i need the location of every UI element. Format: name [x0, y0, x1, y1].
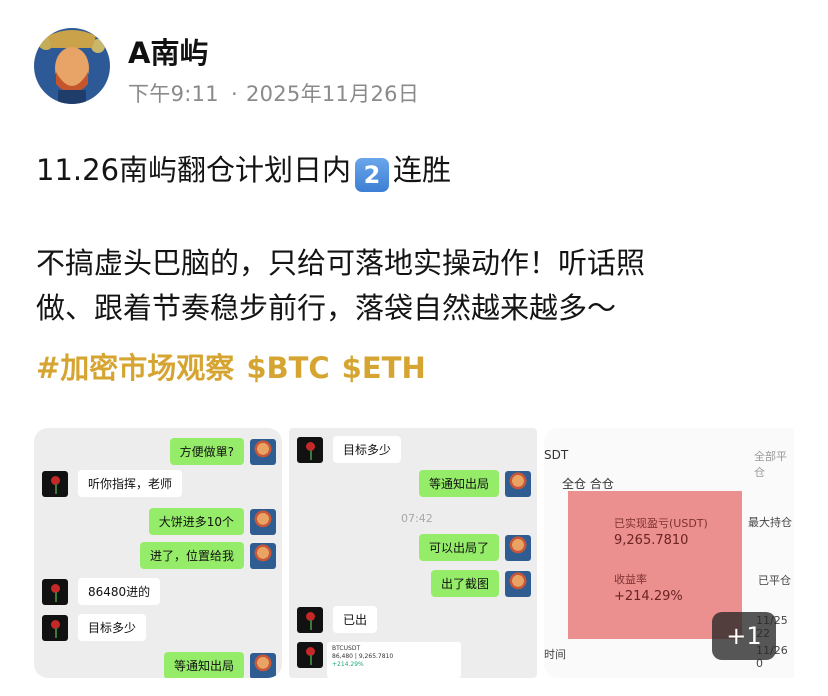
image-thumbnail-1[interactable]: 方便做單? 听你指挥，老师 大饼进多10个 进了，位置给我 86480进的 目标… — [34, 428, 282, 678]
avatar — [297, 642, 323, 668]
chat-timestamp: 07:42 — [401, 512, 433, 525]
chat-bubble: 大饼进多10个 — [148, 508, 244, 535]
post-time: 下午9:11 — [128, 82, 219, 106]
avatar — [250, 508, 276, 535]
avatar — [42, 470, 68, 497]
chat-message: 已出 — [297, 606, 378, 633]
chat-bubble: 等通知出局 — [418, 470, 499, 497]
chat-message: 出了截图 — [430, 570, 531, 597]
avatar — [250, 438, 276, 465]
realized-pnl-label: 已实现盈亏(USDT) — [614, 517, 708, 530]
time-label: 时间 — [544, 648, 566, 661]
chat-bubble: 目标多少 — [78, 614, 147, 641]
chat-message: 目标多少 — [297, 436, 402, 463]
chat-bubble: 目标多少 — [333, 436, 402, 463]
chat-bubble: 出了截图 — [430, 570, 499, 597]
max-position-label: 最大持仓 — [748, 516, 792, 529]
roi-label: 收益率 — [614, 573, 647, 586]
post-body: 不搞虚头巴脑的，只给可落地实操动作！听话照 做、跟着节奏稳步前行，落袋自然越来越… — [36, 241, 816, 331]
tab-merge: 合仓 — [589, 477, 614, 491]
realized-pnl-value: 9,265.7810 — [614, 533, 689, 548]
author-name[interactable]: A南屿 — [128, 30, 208, 72]
chat-message: 等通知出局 — [163, 652, 276, 678]
chat-bubble: 进了，位置给我 — [139, 542, 244, 569]
chat-message: 等通知出局 — [418, 470, 531, 497]
symbol-label: SDT — [544, 448, 569, 462]
post-meta: 下午9:11 · 2025年11月26日 — [128, 78, 419, 108]
chat-bubble: 可以出局了 — [418, 534, 499, 561]
chat-message: 听你指挥，老师 — [42, 470, 183, 497]
hashtag-row: #加密市场观察 $BTC $ETH — [36, 345, 438, 387]
mini-row: +214.29% — [332, 661, 364, 668]
avatar — [505, 570, 531, 597]
separator-dot: · — [230, 82, 238, 106]
mini-row: 86,480 | 9,265.7810 — [332, 653, 394, 660]
body-line-2: 做、跟着节奏稳步前行，落袋自然越来越多～ — [36, 291, 617, 325]
chat-message: 可以出局了 — [418, 534, 531, 561]
body-line-1: 不搞虚头巴脑的，只给可落地实操动作！听话照 — [36, 246, 646, 280]
hashtag-crypto[interactable]: #加密市场观察 — [36, 351, 234, 385]
title-text-end: 连胜 — [393, 153, 452, 187]
chat-bubble: 方便做單? — [169, 438, 244, 465]
avatar — [250, 652, 276, 678]
roi-value: +214.29% — [614, 589, 683, 604]
post-date: 2025年11月26日 — [245, 82, 420, 106]
avatar — [505, 470, 531, 497]
chat-message: 大饼进多10个 — [148, 508, 276, 535]
more-images-badge[interactable]: +1 — [712, 612, 776, 660]
close-all-label: 全部平仓 — [754, 450, 787, 479]
avatar — [297, 436, 323, 463]
post-title: 11.26南屿翻仓计划日内 2 连胜 — [36, 150, 451, 192]
chat-message: 目标多少 — [42, 614, 147, 641]
author-avatar[interactable] — [34, 28, 110, 104]
mini-title: BTCUSDT — [332, 645, 361, 652]
hashtag-btc[interactable]: $BTC — [246, 351, 329, 385]
image-thumbnail-2[interactable]: 目标多少 等通知出局 07:42 可以出局了 出了截图 已出 BTCUSDT 8… — [289, 428, 537, 678]
chat-bubble: 等通知出局 — [163, 652, 244, 678]
chat-message: 进了，位置给我 — [139, 542, 276, 569]
avatar — [297, 606, 323, 633]
avatar — [250, 542, 276, 569]
chat-bubble: 86480进的 — [78, 578, 161, 605]
hashtag-eth[interactable]: $ETH — [342, 351, 426, 385]
avatar — [505, 534, 531, 561]
number-badge-icon: 2 — [355, 158, 390, 192]
chat-bubble: 已出 — [333, 606, 378, 633]
avatar — [42, 578, 68, 605]
screenshot-preview: BTCUSDT 86,480 | 9,265.7810 +214.29% — [327, 642, 461, 678]
chat-message: 方便做單? — [169, 438, 276, 465]
avatar — [42, 614, 68, 641]
margin-mode-tabs: 全仓 合仓 — [562, 475, 614, 492]
tab-cross: 全仓 — [562, 477, 587, 491]
title-text-start: 11.26南屿翻仓计划日内 — [36, 153, 352, 187]
chat-message: 86480进的 — [42, 578, 161, 605]
chat-bubble: 听你指挥，老师 — [78, 470, 183, 497]
closed-label: 已平仓 — [758, 574, 791, 587]
